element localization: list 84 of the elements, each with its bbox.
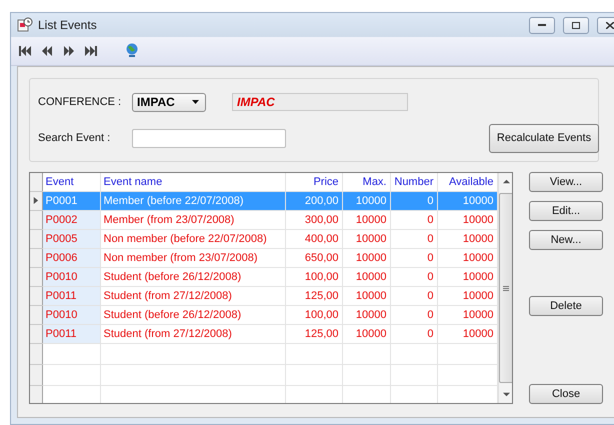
table-cell: P0010: [42, 268, 100, 286]
table-cell: Student (from 27/12/2008): [100, 324, 285, 344]
table-cell: Non member (before 22/07/2008): [100, 230, 285, 248]
scroll-up-icon: [502, 178, 510, 185]
table-cell: 0: [390, 230, 437, 248]
table-cell: Non member (from 23/07/2008): [100, 248, 285, 268]
table-cell: 10000: [437, 286, 497, 306]
caret-icon: [192, 100, 199, 104]
table-cell: 0: [390, 324, 437, 344]
table-cell: 100,00: [285, 268, 342, 286]
table-cell: 10000: [437, 210, 497, 230]
table-cell: 650,00: [285, 248, 342, 268]
table-cell: P0002: [42, 210, 100, 230]
maximize-button[interactable]: [563, 16, 589, 34]
scroll-thumb[interactable]: [498, 193, 512, 383]
table-row[interactable]: P0005 Non member (before 22/07/2008) 400,00 10000 0 10000: [30, 230, 497, 248]
table-cell: P0006: [42, 248, 100, 268]
table-cell: 10000: [437, 192, 497, 210]
previous-record-icon[interactable]: [41, 46, 53, 56]
table-cell: Student (before 26/12/2008): [100, 306, 285, 324]
action-button[interactable]: Close: [529, 384, 603, 404]
table-cell: Student (from 27/12/2008): [100, 286, 285, 306]
table-cell: 200,00: [285, 192, 342, 210]
first-record-icon[interactable]: [19, 46, 31, 56]
table-cell: 100,00: [285, 306, 342, 324]
table-cell: 10000: [342, 230, 390, 248]
minimize-button[interactable]: [529, 16, 555, 34]
table-cell: 0: [390, 268, 437, 286]
table-cell: P0011: [42, 324, 100, 344]
app-icon: [17, 17, 33, 33]
table-row[interactable]: P0011 Student (from 27/12/2008) 125,00 10000 0 10000: [30, 324, 497, 344]
table-cell: 10000: [437, 248, 497, 268]
table-cell: 0: [390, 192, 437, 210]
search-label: Search Event :: [38, 132, 112, 144]
table-cell: 400,00: [285, 230, 342, 248]
table-cell: 10000: [437, 306, 497, 324]
table-row[interactable]: P0002 Member (from 23/07/2008) 300,00 10000 0 10000: [30, 210, 497, 230]
table-cell: 10000: [342, 324, 390, 344]
scrollbar[interactable]: [498, 173, 512, 403]
table-row[interactable]: P0010 Student (before 26/12/2008) 100,00 10000 0 10000: [30, 306, 497, 324]
table-cell: 10000: [342, 210, 390, 230]
table-cell: 10000: [437, 324, 497, 344]
table-cell: P0005: [42, 230, 100, 248]
table-row[interactable]: P0006 Non member (from 23/07/2008) 650,00 10000 0 10000: [30, 248, 497, 268]
table-cell: 0: [390, 306, 437, 324]
close-icon: [606, 22, 614, 28]
table-row[interactable]: P0011 Student (from 27/12/2008) 125,00 10000 0 10000: [30, 286, 497, 306]
action-button[interactable]: View...: [529, 172, 603, 192]
last-record-icon[interactable]: [85, 46, 97, 56]
table-cell: 300,00: [285, 210, 342, 230]
table-cell: 10000: [342, 268, 390, 286]
table-cell: Student (before 26/12/2008): [100, 268, 285, 286]
table-cell: 10000: [437, 230, 497, 248]
action-button[interactable]: New...: [529, 230, 603, 250]
conference-display: IMPAC: [232, 93, 408, 111]
next-record-icon[interactable]: [63, 46, 75, 56]
table-cell: 125,00: [285, 286, 342, 306]
maximize-icon: [572, 22, 580, 28]
action-button[interactable]: Delete: [529, 296, 603, 316]
table-cell: 10000: [342, 192, 390, 210]
table-cell: 0: [390, 248, 437, 268]
table-cell: Member (before 22/07/2008): [100, 192, 285, 210]
table-cell: 10000: [342, 306, 390, 324]
recalculate-button[interactable]: Recalculate Events: [489, 124, 599, 152]
globe-icon[interactable]: [125, 43, 139, 59]
search-field[interactable]: [132, 128, 286, 148]
table-cell: Member (from 23/07/2008): [100, 210, 285, 230]
window-title: List Events: [38, 18, 98, 32]
table-cell: P0011: [42, 286, 100, 306]
table-cell: 10000: [437, 268, 497, 286]
minimize-icon: [538, 24, 546, 26]
conference-label: CONFERENCE :: [38, 96, 122, 108]
table-cell: P0010: [42, 306, 100, 324]
conference-dropdown[interactable]: IMPAC: [132, 92, 206, 112]
table-cell: P0001: [42, 192, 100, 210]
row-pointer-icon: [32, 197, 40, 204]
scroll-down-icon: [502, 391, 510, 398]
table-cell: 125,00: [285, 324, 342, 344]
table-row[interactable]: P0010 Student (before 26/12/2008) 100,00 10000 0 10000: [30, 268, 497, 286]
table-cell: 0: [390, 286, 437, 306]
table-cell: 0: [390, 210, 437, 230]
table-cell: 10000: [342, 248, 390, 268]
action-button[interactable]: Edit...: [529, 201, 603, 221]
table-cell: 10000: [342, 286, 390, 306]
